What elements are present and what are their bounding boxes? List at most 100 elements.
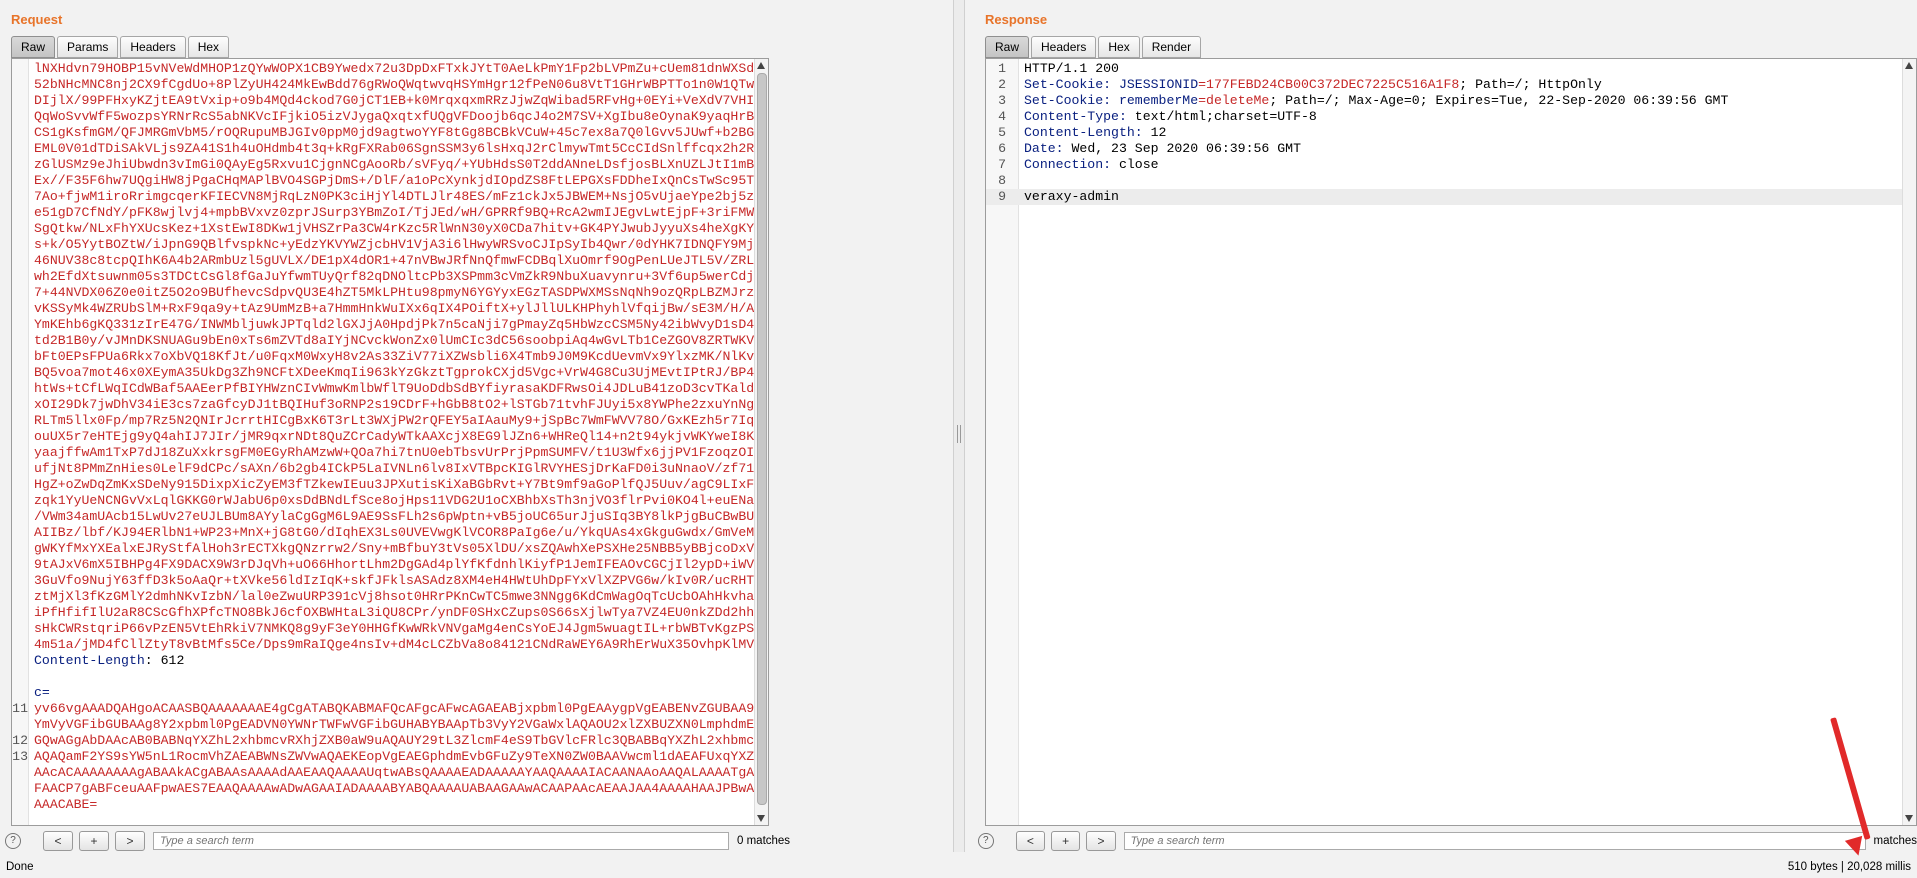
request-tabs: Raw Params Headers Hex [11,36,230,58]
line-number [12,669,28,685]
request-scrollbar[interactable] [754,59,768,825]
request-line: iPfHfifIlU2aR8CScGfhXPfcTNO8BkJ6cfOXBWHt… [12,605,754,621]
cookie-value-line: vKSSyMk4WZRUbSlM+RxF9qa9y+tAz9UmMzB+a7Hm… [34,301,754,316]
cookie-value-line: DIjlX/99PFHxyKZjtEA9tVxip+o9b4MQd4ckod7G… [34,93,754,108]
cookie-value-line: ufjNt8PMmZnHies0LelF9dCPc/sAXn/6b2gb4ICk… [34,461,754,476]
response-match-count: matches [1873,835,1917,847]
tab-hex[interactable]: Hex [1098,36,1140,58]
header-key: Set-Cookie: [1024,77,1112,92]
body-value-line: AQAQamF2YS9sYW5nL1RocmVhZAEABWNsZWVwAQAE… [34,749,754,764]
cookie-value-line: QqWoSvvWfF5wozpsYRNrRcS5abNKVcIFjkiO5izV… [34,109,754,124]
header-value: 12 [1142,125,1167,140]
header-key: Set-Cookie: [1024,93,1112,108]
header-value: close [1111,157,1159,172]
tab-params[interactable]: Params [57,36,119,58]
content-length-header: Content-Length: 612 [28,653,184,669]
response-editor[interactable]: 1 HTTP/1.1 200 2 Set-Cookie: JSESSIONID=17… [985,58,1917,826]
request-editor[interactable]: lNXHdvn79HOBP15vNVeWdMHOP1zQYwWOPX1CB9Yw… [11,58,769,826]
divider-grip-icon[interactable] [957,425,961,443]
tab-hex[interactable]: Hex [187,36,230,58]
cookie-value-line: /VWm34amUAcb15LwUv27eUJLBUm8AYylaCgGgM6L… [34,509,754,524]
line-number [12,333,28,349]
cookie-value-line: 3GuVfo9NujY63ffD3k5oAaQr+tXVke56ldIzIqK+… [34,573,754,588]
add-button[interactable]: + [79,831,109,851]
response-line: 7 Connection: close [998,157,1159,172]
cookie-value-line: 7Ao+fjwM1iroRrimgcqerKFIECVN8MjRqLzN0PK3… [34,189,754,204]
request-line: AIIBz/lbf/KJ94ERlbN1+WP23+MnX+jG8tG0/dIq… [12,525,754,541]
line-number [12,141,28,157]
request-title: Request [11,12,63,27]
tab-headers[interactable]: Headers [120,36,186,58]
request-line: /VWm34amUAcb15LwUv27eUJLBUm8AYylaCgGgM6L… [12,509,754,525]
scroll-up-icon[interactable] [1905,62,1913,69]
cookie-value-line: 9tAJxV6mX5IBHPg4FX9DACX9W3rDJqVh+uO66Hho… [34,557,754,572]
cookie-value-line: yaajffwAm1TxP7dJ18ZuXxkrsgFM0EGyRhAMzwW+… [34,445,754,460]
tab-render[interactable]: Render [1141,36,1202,58]
request-line: 4m51a/jMD4fCllZtyT8vBtMfs5Ce/Dps9mRaIQge… [12,637,754,653]
response-search-input[interactable] [1123,832,1866,850]
scroll-down-icon[interactable] [757,815,765,822]
prev-match-button[interactable]: < [1015,831,1045,851]
cookie-value-line: e51gD7CfNdY/pFK8wjlvj4+mpbBVxvz0zprJSurp… [34,205,754,220]
request-line: c= [12,685,754,701]
line-number [12,301,28,317]
request-line: FAACP7gABFceuAAFpwAES7EAAQAAAAwADwAGAAIA… [12,781,754,797]
response-scrollbar[interactable] [1902,59,1916,825]
add-button[interactable]: + [1050,831,1081,851]
request-line: EML0V01dTDiSAkVLjs9ZA41S1h4uOHdmb4t3q+kR… [12,141,754,157]
cookie-value-line: SgQtkw/NLxFhYXUcsKez+1XstEwI8DKw1jVHSZrP… [34,221,754,236]
request-line: sHkCWRstqriP66vPzEN5VtEhRkiV7NMKQ8g9yF3e… [12,621,754,637]
status-bar: Done 510 bytes | 20,028 millis [0,856,1917,878]
tab-headers[interactable]: Headers [1031,36,1097,58]
request-line: CS1gKsfmGM/QFJMRGmVbM5/rOQRupuMBJGIv0ppM… [12,125,754,141]
cookie-value-line: xOI29Dk7jwDhV34iE3cs7zaGfcyDJ1tBQIHuf3oR… [34,397,754,412]
request-line: gWKYfMxYXEalxEJRyStfAlHoh3rECTXkgQNzrrw2… [12,541,754,557]
request-match-count: 0 matches [737,835,791,847]
cookie-value: =deleteMe [1198,93,1270,108]
cookie-value-line: ouUX5r7eHTEjg9yQ4ahIJ7JIr/jMR9qxrNDt8QuZ… [34,429,754,444]
body-value-line: YmVyVGFibGUBAAg8Y2xpbml0PgEADVN0YWNrTWFw… [34,717,754,732]
cookie-value-line: AIIBz/lbf/KJ94ERlbN1+WP23+MnX+jG8tG0/dIq… [34,525,754,540]
request-line [12,813,754,825]
line-number [12,765,28,781]
cookie-name: JSESSIONID [1111,77,1199,92]
header-value: Wed, 23 Sep 2020 06:39:56 GMT [1063,141,1301,156]
request-line: xOI29Dk7jwDhV34iE3cs7zaGfcyDJ1tBQIHuf3oR… [12,397,754,413]
scroll-up-icon[interactable] [757,62,765,69]
request-line: Content-Length: 612 [12,653,754,669]
line-number: 12 [12,733,28,748]
line-number [12,285,28,301]
tab-raw[interactable]: Raw [11,36,56,58]
line-number: 13 [12,749,28,764]
line-number [12,269,28,285]
help-icon[interactable]: ? [978,833,994,849]
line-number [12,365,28,381]
request-line: AAACABE= [12,797,754,813]
scroll-down-icon[interactable] [1905,815,1913,822]
header-key: Content-Length [34,653,145,668]
header-key: Content-Type: [1024,109,1127,124]
response-pane: Response Raw Headers Hex Render 1 HTTP/1.… [963,0,1917,852]
request-line: YmKEhb6gKQ331zIrE47G/INWMbljuwkJPTqld2lG… [12,317,754,333]
request-line: Ex//F35F6hw7UQgiHW8jPgaCHqMAPlBVO4SGPjDm… [12,173,754,189]
response-line: 2 Set-Cookie: JSESSIONID=177FEBD24CB00C37… [998,77,1602,92]
watermark: Seebug [1772,832,1836,849]
line-number [12,221,28,237]
next-match-button[interactable]: > [1086,831,1116,851]
help-icon[interactable]: ? [5,833,21,849]
request-search-input[interactable] [153,832,729,850]
request-line: 9tAJxV6mX5IBHPg4FX9DACX9W3rDJqVh+uO66Hho… [12,557,754,573]
line-number [12,349,28,365]
cookie-value-line: sHkCWRstqriP66vPzEN5VtEhRkiV7NMKQ8g9yF3e… [34,621,754,636]
cookie-value-line: htWs+tCfLWqICdWBaf5AAEerPfBIYHWznCIvWmwK… [34,381,754,396]
scroll-thumb[interactable] [757,73,767,805]
tab-raw[interactable]: Raw [985,36,1030,58]
next-match-button[interactable]: > [115,831,145,851]
cookie-value-line: 52bNHcMNC8nj2CX9fCgdUo+8PlZyUH424MkEwBdd… [34,77,754,92]
line-number [12,77,28,93]
request-line: bFt0EPsFPUa6Rkx7oXbVQ18KfJt/u0FqxM0WxyH8… [12,349,754,365]
prev-match-button[interactable]: < [43,831,73,851]
response-line: 4 Content-Type: text/html;charset=UTF-8 [998,109,1317,124]
response-body: veraxy-admin [1024,189,1119,204]
